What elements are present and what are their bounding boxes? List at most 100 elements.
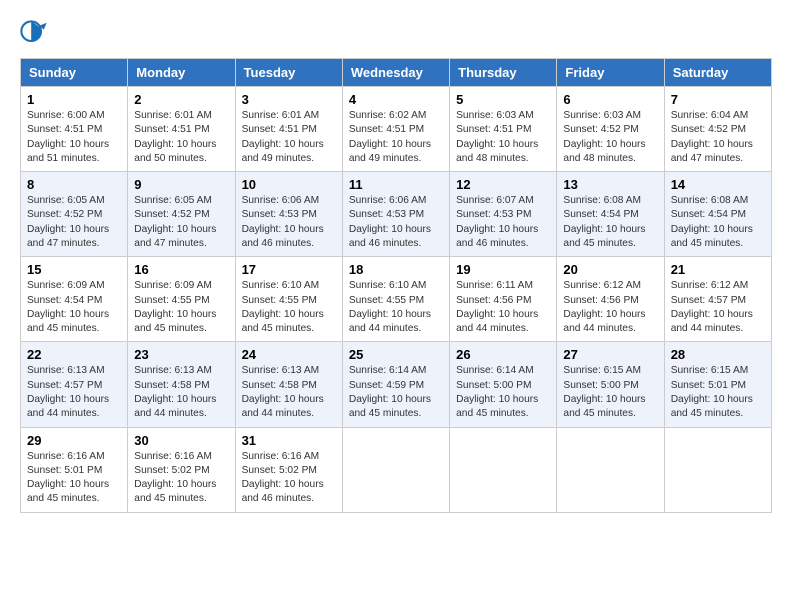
day-info: Sunrise: 6:12 AMSunset: 4:56 PMDaylight:…	[563, 280, 645, 334]
day-info: Sunrise: 6:09 AMSunset: 4:55 PMDaylight:…	[134, 280, 216, 334]
empty-cell	[557, 427, 664, 512]
day-info: Sunrise: 6:10 AMSunset: 4:55 PMDaylight:…	[242, 280, 324, 334]
calendar-day-9: 9 Sunrise: 6:05 AMSunset: 4:52 PMDayligh…	[128, 172, 235, 257]
day-number: 7	[671, 92, 765, 107]
day-info: Sunrise: 6:01 AMSunset: 4:51 PMDaylight:…	[242, 110, 324, 164]
calendar-day-2: 2 Sunrise: 6:01 AMSunset: 4:51 PMDayligh…	[128, 87, 235, 172]
header-day-friday: Friday	[557, 59, 664, 87]
header-day-tuesday: Tuesday	[235, 59, 342, 87]
calendar-day-26: 26 Sunrise: 6:14 AMSunset: 5:00 PMDaylig…	[450, 342, 557, 427]
calendar-week-3: 15 Sunrise: 6:09 AMSunset: 4:54 PMDaylig…	[21, 257, 772, 342]
calendar-day-16: 16 Sunrise: 6:09 AMSunset: 4:55 PMDaylig…	[128, 257, 235, 342]
calendar-day-3: 3 Sunrise: 6:01 AMSunset: 4:51 PMDayligh…	[235, 87, 342, 172]
day-number: 11	[349, 177, 443, 192]
empty-cell	[664, 427, 771, 512]
day-info: Sunrise: 6:13 AMSunset: 4:58 PMDaylight:…	[242, 365, 324, 419]
day-number: 8	[27, 177, 121, 192]
calendar-day-1: 1 Sunrise: 6:00 AMSunset: 4:51 PMDayligh…	[21, 87, 128, 172]
calendar-day-27: 27 Sunrise: 6:15 AMSunset: 5:00 PMDaylig…	[557, 342, 664, 427]
day-number: 13	[563, 177, 657, 192]
day-number: 2	[134, 92, 228, 107]
calendar-day-13: 13 Sunrise: 6:08 AMSunset: 4:54 PMDaylig…	[557, 172, 664, 257]
calendar-week-2: 8 Sunrise: 6:05 AMSunset: 4:52 PMDayligh…	[21, 172, 772, 257]
header-day-wednesday: Wednesday	[342, 59, 449, 87]
day-number: 29	[27, 433, 121, 448]
calendar-day-7: 7 Sunrise: 6:04 AMSunset: 4:52 PMDayligh…	[664, 87, 771, 172]
calendar-day-31: 31 Sunrise: 6:16 AMSunset: 5:02 PMDaylig…	[235, 427, 342, 512]
day-number: 16	[134, 262, 228, 277]
day-number: 31	[242, 433, 336, 448]
day-number: 26	[456, 347, 550, 362]
day-info: Sunrise: 6:16 AMSunset: 5:01 PMDaylight:…	[27, 451, 109, 505]
calendar-day-28: 28 Sunrise: 6:15 AMSunset: 5:01 PMDaylig…	[664, 342, 771, 427]
calendar-day-30: 30 Sunrise: 6:16 AMSunset: 5:02 PMDaylig…	[128, 427, 235, 512]
day-number: 27	[563, 347, 657, 362]
calendar-day-22: 22 Sunrise: 6:13 AMSunset: 4:57 PMDaylig…	[21, 342, 128, 427]
calendar-table: SundayMondayTuesdayWednesdayThursdayFrid…	[20, 58, 772, 513]
day-info: Sunrise: 6:03 AMSunset: 4:51 PMDaylight:…	[456, 110, 538, 164]
day-number: 28	[671, 347, 765, 362]
header-day-monday: Monday	[128, 59, 235, 87]
day-info: Sunrise: 6:05 AMSunset: 4:52 PMDaylight:…	[134, 195, 216, 249]
day-info: Sunrise: 6:01 AMSunset: 4:51 PMDaylight:…	[134, 110, 216, 164]
calendar-day-17: 17 Sunrise: 6:10 AMSunset: 4:55 PMDaylig…	[235, 257, 342, 342]
day-info: Sunrise: 6:03 AMSunset: 4:52 PMDaylight:…	[563, 110, 645, 164]
day-info: Sunrise: 6:06 AMSunset: 4:53 PMDaylight:…	[349, 195, 431, 249]
day-info: Sunrise: 6:08 AMSunset: 4:54 PMDaylight:…	[563, 195, 645, 249]
day-number: 1	[27, 92, 121, 107]
calendar-day-5: 5 Sunrise: 6:03 AMSunset: 4:51 PMDayligh…	[450, 87, 557, 172]
day-info: Sunrise: 6:12 AMSunset: 4:57 PMDaylight:…	[671, 280, 753, 334]
day-info: Sunrise: 6:06 AMSunset: 4:53 PMDaylight:…	[242, 195, 324, 249]
day-number: 21	[671, 262, 765, 277]
calendar-day-6: 6 Sunrise: 6:03 AMSunset: 4:52 PMDayligh…	[557, 87, 664, 172]
calendar-day-24: 24 Sunrise: 6:13 AMSunset: 4:58 PMDaylig…	[235, 342, 342, 427]
calendar-week-1: 1 Sunrise: 6:00 AMSunset: 4:51 PMDayligh…	[21, 87, 772, 172]
calendar-day-10: 10 Sunrise: 6:06 AMSunset: 4:53 PMDaylig…	[235, 172, 342, 257]
day-number: 15	[27, 262, 121, 277]
calendar-day-15: 15 Sunrise: 6:09 AMSunset: 4:54 PMDaylig…	[21, 257, 128, 342]
day-info: Sunrise: 6:04 AMSunset: 4:52 PMDaylight:…	[671, 110, 753, 164]
empty-cell	[450, 427, 557, 512]
day-number: 20	[563, 262, 657, 277]
day-info: Sunrise: 6:16 AMSunset: 5:02 PMDaylight:…	[242, 451, 324, 505]
header-day-sunday: Sunday	[21, 59, 128, 87]
calendar-day-4: 4 Sunrise: 6:02 AMSunset: 4:51 PMDayligh…	[342, 87, 449, 172]
calendar-day-21: 21 Sunrise: 6:12 AMSunset: 4:57 PMDaylig…	[664, 257, 771, 342]
day-info: Sunrise: 6:07 AMSunset: 4:53 PMDaylight:…	[456, 195, 538, 249]
header-row: SundayMondayTuesdayWednesdayThursdayFrid…	[21, 59, 772, 87]
day-info: Sunrise: 6:09 AMSunset: 4:54 PMDaylight:…	[27, 280, 109, 334]
calendar-day-12: 12 Sunrise: 6:07 AMSunset: 4:53 PMDaylig…	[450, 172, 557, 257]
page-header	[20, 20, 772, 48]
day-info: Sunrise: 6:15 AMSunset: 5:01 PMDaylight:…	[671, 365, 753, 419]
calendar-day-29: 29 Sunrise: 6:16 AMSunset: 5:01 PMDaylig…	[21, 427, 128, 512]
day-info: Sunrise: 6:14 AMSunset: 4:59 PMDaylight:…	[349, 365, 431, 419]
empty-cell	[342, 427, 449, 512]
header-day-thursday: Thursday	[450, 59, 557, 87]
day-info: Sunrise: 6:14 AMSunset: 5:00 PMDaylight:…	[456, 365, 538, 419]
day-number: 4	[349, 92, 443, 107]
calendar-day-23: 23 Sunrise: 6:13 AMSunset: 4:58 PMDaylig…	[128, 342, 235, 427]
day-number: 5	[456, 92, 550, 107]
day-number: 30	[134, 433, 228, 448]
day-number: 19	[456, 262, 550, 277]
calendar-day-8: 8 Sunrise: 6:05 AMSunset: 4:52 PMDayligh…	[21, 172, 128, 257]
day-number: 9	[134, 177, 228, 192]
calendar-header: SundayMondayTuesdayWednesdayThursdayFrid…	[21, 59, 772, 87]
day-number: 24	[242, 347, 336, 362]
day-info: Sunrise: 6:15 AMSunset: 5:00 PMDaylight:…	[563, 365, 645, 419]
day-info: Sunrise: 6:00 AMSunset: 4:51 PMDaylight:…	[27, 110, 109, 164]
day-number: 6	[563, 92, 657, 107]
logo	[20, 20, 52, 48]
day-number: 17	[242, 262, 336, 277]
day-number: 25	[349, 347, 443, 362]
calendar-day-19: 19 Sunrise: 6:11 AMSunset: 4:56 PMDaylig…	[450, 257, 557, 342]
calendar-body: 1 Sunrise: 6:00 AMSunset: 4:51 PMDayligh…	[21, 87, 772, 513]
calendar-day-11: 11 Sunrise: 6:06 AMSunset: 4:53 PMDaylig…	[342, 172, 449, 257]
day-number: 23	[134, 347, 228, 362]
calendar-day-14: 14 Sunrise: 6:08 AMSunset: 4:54 PMDaylig…	[664, 172, 771, 257]
day-info: Sunrise: 6:13 AMSunset: 4:57 PMDaylight:…	[27, 365, 109, 419]
day-info: Sunrise: 6:08 AMSunset: 4:54 PMDaylight:…	[671, 195, 753, 249]
day-number: 18	[349, 262, 443, 277]
day-info: Sunrise: 6:13 AMSunset: 4:58 PMDaylight:…	[134, 365, 216, 419]
day-number: 12	[456, 177, 550, 192]
